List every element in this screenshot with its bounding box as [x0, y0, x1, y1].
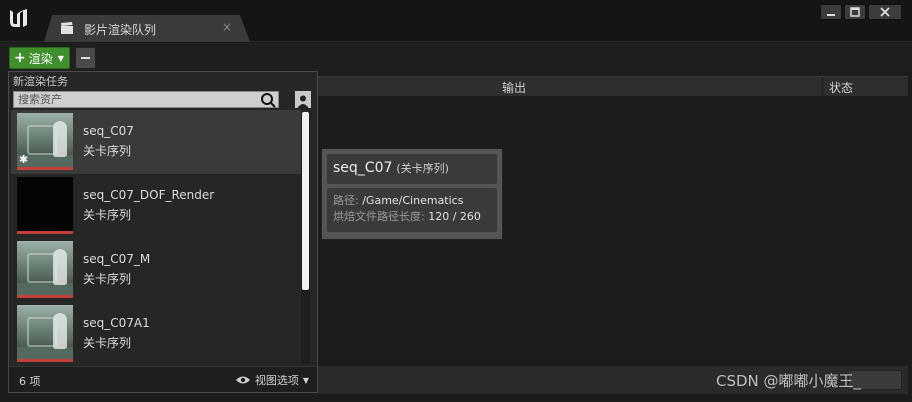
chevron-down-icon: ▼ — [57, 53, 64, 63]
maximize-icon — [850, 7, 860, 17]
dropdown-footer: 6 项 视图选项 ▼ — [9, 366, 317, 392]
asset-type: 关卡序列 — [83, 208, 132, 222]
window-controls — [820, 4, 902, 20]
eye-icon — [235, 376, 250, 384]
list-item[interactable]: ✱ seq_C07 关卡序列 — [11, 110, 301, 174]
toolbar: + 渲染 ▼ — [0, 43, 912, 72]
tooltip-path-value: /Game/Cinematics — [362, 194, 464, 207]
search-icon[interactable] — [260, 92, 276, 108]
asset-type-bar — [17, 231, 73, 234]
asset-name: seq_C07_DOF_Render — [83, 188, 215, 202]
column-output[interactable]: 输出 — [502, 79, 526, 96]
list-scrollbar[interactable] — [301, 112, 310, 364]
queue-column-header: 输出 状态 — [318, 76, 908, 97]
asset-name: seq_C07_M — [83, 252, 151, 266]
scrollbar-thumb[interactable] — [302, 112, 309, 290]
chevron-down-icon: ▼ — [302, 375, 309, 385]
tooltip-length-value: 120 / 260 — [428, 210, 481, 223]
list-item[interactable]: seq_C07_DOF_Render 关卡序列 — [11, 174, 301, 238]
column-status[interactable]: 状态 — [822, 77, 859, 97]
asset-name: seq_C07A1 — [83, 316, 150, 330]
tab-label: 影片渲染队列 — [84, 23, 157, 37]
close-icon — [880, 7, 890, 17]
asset-type-bar — [17, 167, 73, 170]
asset-thumbnail — [17, 177, 73, 234]
asset-type-bar — [17, 359, 73, 362]
tooltip-header: seq_C07 (关卡序列) — [327, 154, 497, 184]
minus-icon — [81, 57, 90, 59]
tab-close-icon[interactable]: × — [222, 20, 232, 34]
view-options-label: 视图选项 — [254, 374, 299, 387]
asset-name: seq_C07 — [83, 124, 134, 138]
view-options-button[interactable]: 视图选项 ▼ — [235, 372, 309, 388]
tooltip-asset-type: (关卡序列) — [396, 162, 449, 175]
asset-type-bar — [17, 295, 73, 298]
dropdown-title: 新渲染任务 — [13, 75, 68, 88]
clapperboard-icon — [60, 21, 74, 35]
asset-type: 关卡序列 — [83, 144, 132, 158]
tooltip-length-label: 烘焙文件路径长度: — [333, 210, 425, 223]
item-count: 6 项 — [19, 375, 41, 388]
asset-type: 关卡序列 — [83, 272, 132, 286]
render-button[interactable]: + 渲染 ▼ — [9, 47, 70, 69]
person-glyph — [297, 95, 309, 108]
search-box — [13, 91, 279, 108]
unreal-logo-icon — [10, 9, 27, 27]
tooltip-details: 路径: /Game/Cinematics 烘焙文件路径长度: 120 / 260 — [327, 188, 497, 232]
list-item[interactable]: seq_C07_M 关卡序列 — [11, 238, 301, 302]
asset-thumbnail — [17, 305, 73, 362]
sparkle-icon: ✱ — [19, 153, 29, 166]
list-item[interactable]: seq_C07A1 关卡序列 — [11, 302, 301, 364]
title-bar: 影片渲染队列 × — [0, 0, 912, 42]
asset-type: 关卡序列 — [83, 336, 132, 350]
new-render-job-dropdown: 新渲染任务 ✱ seq_C07 关卡序列 seq_C07_DOF_Re — [8, 71, 318, 393]
tooltip-length-row: 烘焙文件路径长度: 120 / 260 — [333, 209, 491, 225]
asset-tooltip: seq_C07 (关卡序列) 路径: /Game/Cinematics 烘焙文件… — [321, 148, 503, 240]
tooltip-path-label: 路径: — [333, 194, 359, 207]
close-button[interactable] — [868, 4, 902, 20]
tooltip-asset-name: seq_C07 — [333, 160, 393, 176]
watermark: CSDN @嘟嘟小魔王_ — [716, 372, 862, 390]
person-icon[interactable] — [295, 91, 311, 108]
tab-movie-render-queue[interactable]: 影片渲染队列 × — [44, 15, 250, 42]
render-button-label: 渲染 — [28, 51, 53, 66]
search-input[interactable] — [14, 92, 278, 107]
asset-thumbnail: ✱ — [17, 113, 73, 170]
asset-thumbnail — [17, 241, 73, 298]
minimize-icon — [827, 14, 835, 16]
asset-list: ✱ seq_C07 关卡序列 seq_C07_DOF_Render 关卡序列 s… — [11, 110, 301, 364]
tooltip-path-row: 路径: /Game/Cinematics — [333, 193, 491, 209]
maximize-button[interactable] — [844, 4, 866, 20]
plus-icon: + — [14, 50, 26, 66]
minimize-button[interactable] — [820, 4, 842, 20]
remove-job-button[interactable] — [75, 47, 96, 69]
